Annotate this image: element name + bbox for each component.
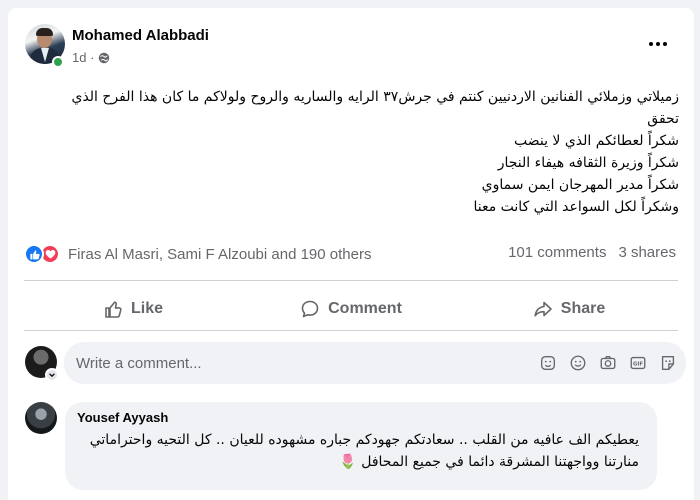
divider	[24, 330, 678, 331]
reactions-summary[interactable]: Firas Al Masri, Sami F Alzoubi and 190 o…	[24, 244, 371, 264]
like-label: Like	[130, 300, 163, 317]
post-line: شكراً لعطائكم الذي لا ينضب	[513, 133, 679, 149]
post-line: شكراً مدير المهرجان ايمن سماوي	[481, 177, 679, 193]
online-status-dot	[52, 56, 64, 68]
like-reaction-icon	[24, 244, 44, 264]
share-arrow-icon	[534, 301, 552, 317]
sticker-icon[interactable]	[658, 353, 678, 373]
comments-count[interactable]: 101 comments	[508, 244, 606, 261]
share-label: Share	[560, 300, 606, 317]
comment-bubble-icon	[301, 300, 319, 318]
post-time[interactable]: 1d ·	[72, 50, 94, 65]
emoji-icon[interactable]	[568, 353, 588, 373]
svg-text:GIF: GIF	[633, 361, 643, 367]
share-button[interactable]: Share	[460, 289, 678, 329]
reaction-names[interactable]: Firas Al Masri, Sami F Alzoubi and 190 o…	[68, 246, 371, 263]
post-line: شكراً وزيرة الثقافه هيفاء النجار	[497, 155, 679, 171]
chevron-down-icon[interactable]	[45, 368, 59, 382]
comment-composer: GIF	[64, 342, 686, 384]
comment-label: Comment	[328, 300, 402, 317]
comment-text: يعطيكم الف عافيه من القلب .. سعادتكم جهو…	[89, 432, 639, 470]
commenter-avatar[interactable]	[25, 402, 57, 434]
avatar-sticker-icon[interactable]	[538, 353, 558, 373]
author-name[interactable]: Mohamed Alabbadi	[72, 27, 209, 44]
post-line: وشكراً لكل السواعد التي كانت معنا	[473, 199, 679, 215]
globe-icon	[99, 52, 110, 63]
shares-count[interactable]: 3 shares	[618, 244, 676, 261]
post-meta: 1d ·	[72, 50, 110, 65]
comment-bubble: Yousef Ayyash يعطيكم الف عافيه من القلب …	[65, 402, 657, 490]
divider	[24, 280, 678, 281]
like-button[interactable]: Like	[24, 289, 242, 329]
gif-icon[interactable]: GIF	[628, 353, 648, 373]
post-line: تحقق	[647, 111, 679, 127]
post-body: زميلاتي وزملائي الفنانين الاردنيين كنتم …	[24, 86, 679, 218]
comment-input[interactable]	[76, 354, 538, 372]
thumbs-up-icon	[105, 301, 122, 318]
more-options-icon[interactable]	[644, 34, 672, 54]
post-actions: Like Comment Share	[24, 289, 678, 329]
post-line: زميلاتي وزملائي الفنانين الاردنيين كنتم …	[71, 89, 679, 105]
comment-author[interactable]: Yousef Ayyash	[77, 410, 645, 425]
engagement-counts: 101 comments 3 shares	[508, 244, 676, 261]
comment-button[interactable]: Comment	[242, 289, 460, 329]
camera-icon[interactable]	[598, 353, 618, 373]
post-card: Mohamed Alabbadi 1d · زميلاتي وزملائي ال…	[8, 8, 694, 500]
